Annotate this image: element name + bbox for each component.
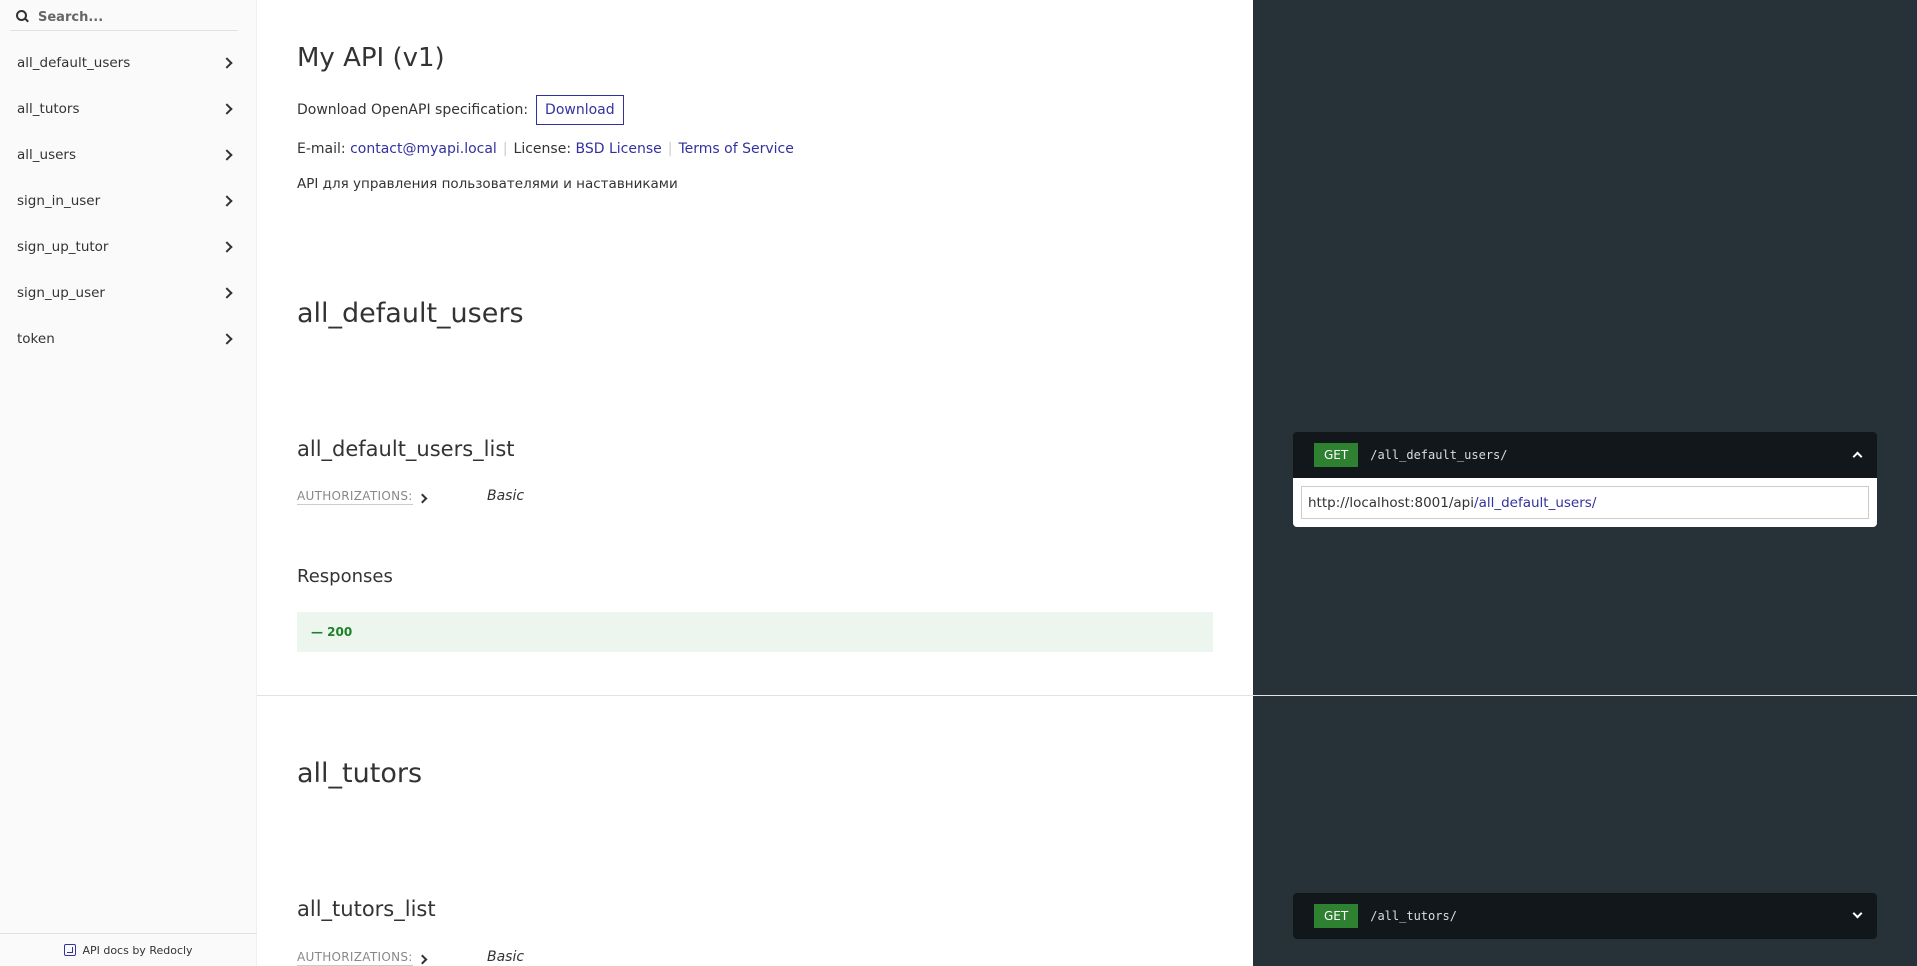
main-content: My API (v1) Download OpenAPI specificati… bbox=[257, 0, 1253, 966]
sidebar: all_default_users all_tutors all_users s… bbox=[0, 0, 257, 966]
sidebar-item-all-users[interactable]: all_users bbox=[0, 132, 257, 178]
chevron-right-icon bbox=[221, 287, 233, 299]
endpoint-path: /all_default_users/ bbox=[1370, 448, 1508, 462]
http-method-badge: GET bbox=[1314, 904, 1359, 928]
footer-label: API docs by Redocly bbox=[82, 943, 193, 957]
section-title: all_tutors bbox=[297, 758, 423, 789]
search-input[interactable] bbox=[38, 9, 228, 25]
search-icon bbox=[16, 10, 30, 24]
email-label: E-mail: bbox=[297, 141, 346, 157]
responses-title: Responses bbox=[297, 566, 393, 587]
chevron-right-icon bbox=[417, 493, 428, 503]
right-panel: GET /all_default_users/ http://localhost… bbox=[1253, 0, 1917, 966]
sidebar-nav: all_default_users all_tutors all_users s… bbox=[0, 40, 257, 362]
chevron-right-icon bbox=[417, 954, 428, 964]
authorizations-toggle[interactable]: AUTHORIZATIONS: bbox=[297, 489, 428, 505]
operation-title: all_tutors_list bbox=[297, 897, 436, 921]
response-code: — 200 bbox=[311, 625, 353, 639]
api-description: API для управления пользователями и наст… bbox=[297, 176, 678, 192]
operation-title: all_default_users_list bbox=[297, 437, 515, 461]
sidebar-item-label: all_tutors bbox=[17, 101, 80, 117]
authorizations-toggle[interactable]: AUTHORIZATIONS: bbox=[297, 950, 428, 966]
sidebar-item-sign-up-tutor[interactable]: sign_up_tutor bbox=[0, 224, 257, 270]
endpoint-box: GET /all_tutors/ bbox=[1293, 893, 1877, 939]
chevron-right-icon bbox=[221, 149, 233, 161]
auth-scheme-value: Basic bbox=[487, 488, 525, 504]
auth-scheme-value: Basic bbox=[487, 949, 525, 965]
sidebar-item-all-tutors[interactable]: all_tutors bbox=[0, 86, 257, 132]
server-url-path: /all_default_users/ bbox=[1474, 494, 1597, 511]
endpoint-toggle[interactable]: GET /all_tutors/ bbox=[1293, 893, 1877, 939]
chevron-up-icon bbox=[1851, 448, 1865, 462]
sidebar-item-label: all_default_users bbox=[17, 55, 131, 71]
license-label: License: bbox=[513, 141, 572, 157]
sidebar-item-label: all_users bbox=[17, 147, 77, 163]
section-title: all_default_users bbox=[297, 298, 524, 329]
sidebar-item-label: sign_up_user bbox=[17, 285, 105, 301]
search-box[interactable] bbox=[10, 4, 238, 31]
sidebar-item-token[interactable]: token bbox=[0, 316, 257, 362]
download-row: Download OpenAPI specification: Download bbox=[297, 95, 624, 125]
download-label: Download OpenAPI specification: bbox=[297, 102, 529, 118]
contact-info: E-mail: contact@myapi.local | License: B… bbox=[297, 141, 794, 157]
sidebar-item-sign-in-user[interactable]: sign_in_user bbox=[0, 178, 257, 224]
page-title: My API (v1) bbox=[297, 43, 445, 73]
email-link[interactable]: contact@myapi.local bbox=[350, 141, 497, 157]
endpoint-toggle[interactable]: GET /all_default_users/ bbox=[1293, 432, 1877, 478]
sidebar-item-label: sign_up_tutor bbox=[17, 239, 109, 255]
chevron-right-icon bbox=[221, 57, 233, 69]
http-method-badge: GET bbox=[1314, 443, 1359, 467]
chevron-right-icon bbox=[221, 241, 233, 253]
section-divider bbox=[257, 695, 1917, 696]
download-button[interactable]: Download bbox=[536, 95, 624, 125]
terms-link[interactable]: Terms of Service bbox=[678, 141, 793, 157]
sidebar-item-label: token bbox=[17, 331, 55, 347]
authorizations-label: AUTHORIZATIONS: bbox=[297, 950, 413, 966]
chevron-down-icon bbox=[1851, 908, 1865, 923]
endpoint-path: /all_tutors/ bbox=[1370, 909, 1457, 923]
redocly-logo-icon bbox=[64, 944, 77, 956]
chevron-right-icon bbox=[221, 333, 233, 345]
response-200[interactable]: — 200 bbox=[297, 612, 1213, 652]
endpoint-details: http://localhost:8001/api/all_default_us… bbox=[1293, 478, 1877, 527]
sidebar-item-label: sign_in_user bbox=[17, 193, 101, 209]
license-link[interactable]: BSD License bbox=[576, 141, 662, 157]
chevron-right-icon bbox=[221, 195, 233, 207]
chevron-right-icon bbox=[221, 103, 233, 115]
endpoint-box: GET /all_default_users/ http://localhost… bbox=[1293, 432, 1877, 527]
separator: | bbox=[502, 141, 508, 157]
redocly-footer-link[interactable]: API docs by Redocly bbox=[0, 933, 257, 966]
separator: | bbox=[667, 141, 673, 157]
sidebar-item-all-default-users[interactable]: all_default_users bbox=[0, 40, 257, 86]
authorizations-label: AUTHORIZATIONS: bbox=[297, 489, 413, 505]
sidebar-item-sign-up-user[interactable]: sign_up_user bbox=[0, 270, 257, 316]
server-url[interactable]: http://localhost:8001/api/all_default_us… bbox=[1301, 486, 1869, 519]
server-url-base: http://localhost:8001/api bbox=[1308, 494, 1475, 511]
